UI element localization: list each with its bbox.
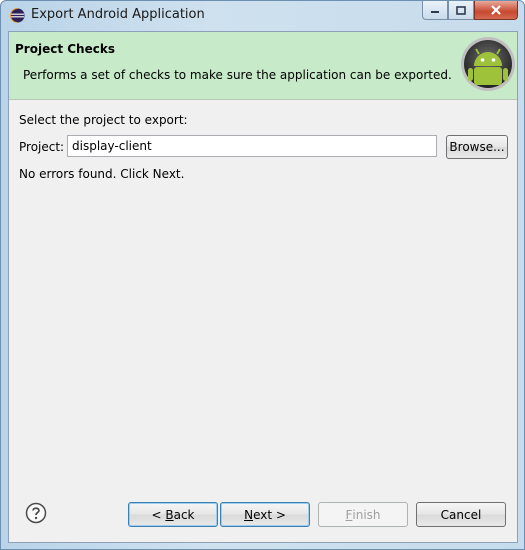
project-input[interactable]: [67, 135, 437, 157]
title-bar[interactable]: Export Android Application: [1, 1, 524, 31]
finish-button[interactable]: Finish: [318, 502, 408, 527]
page-description: Performs a set of checks to make sure th…: [23, 68, 452, 82]
status-message: No errors found. Click Next.: [19, 167, 185, 181]
finish-mnemonic: F: [345, 507, 353, 522]
close-icon: [491, 5, 501, 15]
dialog-content: Project Checks Performs a set of checks …: [8, 31, 518, 543]
window-title: Export Android Application: [31, 7, 205, 22]
eclipse-app-icon: [10, 8, 25, 23]
minimize-button[interactable]: [422, 1, 448, 20]
next-mnemonic: N: [244, 507, 254, 522]
cancel-button[interactable]: Cancel: [416, 502, 506, 527]
select-project-label: Select the project to export:: [19, 113, 188, 127]
android-logo-icon: [461, 37, 515, 91]
dialog-window: Export Android Application Project Check…: [0, 0, 525, 550]
back-label-rest: ack: [173, 507, 195, 522]
maximize-button[interactable]: [448, 1, 474, 20]
back-prefix: <: [151, 507, 166, 522]
browse-button[interactable]: Browse...: [446, 135, 508, 159]
page-title: Project Checks: [15, 42, 115, 56]
finish-label-rest: inish: [352, 507, 381, 522]
next-label-rest: ext >: [253, 507, 286, 522]
close-button[interactable]: [474, 1, 518, 20]
wizard-header: Project Checks Performs a set of checks …: [9, 32, 517, 100]
next-button[interactable]: Next >: [220, 502, 310, 527]
maximize-icon: [456, 5, 466, 15]
back-mnemonic: B: [165, 507, 174, 522]
minimize-icon: [431, 11, 439, 13]
back-button[interactable]: < Back: [128, 502, 218, 527]
help-icon[interactable]: [25, 502, 47, 524]
project-label: Project:: [19, 140, 65, 154]
